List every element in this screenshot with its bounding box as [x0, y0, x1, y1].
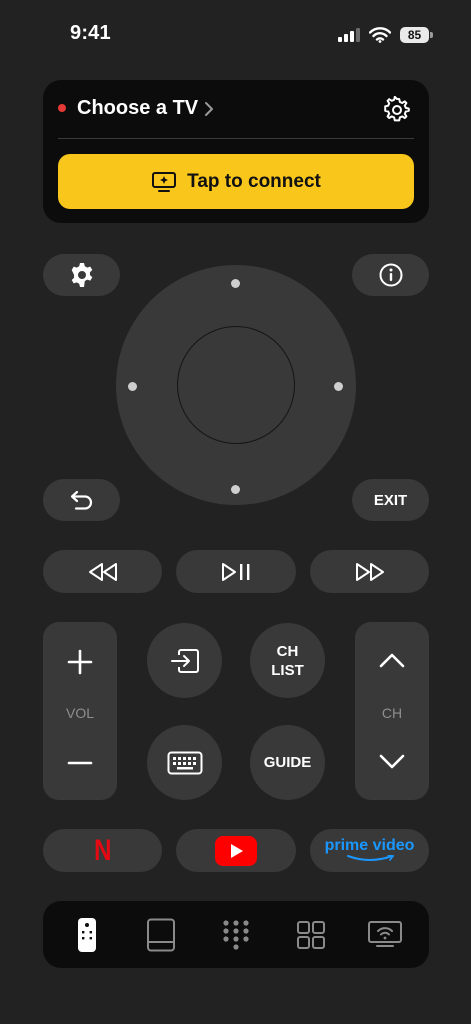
- volume-up-icon[interactable]: [67, 649, 93, 675]
- tap-to-connect-button[interactable]: Tap to connect: [58, 154, 414, 209]
- choose-tv-selector[interactable]: Choose a TV: [77, 97, 214, 120]
- fast-forward-button[interactable]: [310, 550, 429, 593]
- youtube-button[interactable]: [176, 829, 296, 872]
- volume-label: VOL: [65, 705, 94, 721]
- settings-gear-outline-icon[interactable]: [383, 96, 411, 124]
- play-pause-icon: [222, 562, 250, 581]
- remote-icon: [78, 917, 96, 952]
- tap-to-connect-label: Tap to connect: [187, 170, 321, 192]
- chevron-right-icon: [205, 101, 214, 116]
- touchpad-icon: [147, 918, 175, 951]
- fast-forward-icon: [355, 562, 384, 581]
- dpad-ok-button[interactable]: [177, 326, 295, 444]
- channel-up-icon[interactable]: [378, 650, 406, 670]
- tab-numpad[interactable]: [206, 901, 266, 968]
- channel-down-icon[interactable]: [378, 752, 406, 772]
- disconnected-status-dot: [58, 104, 66, 112]
- rewind-button[interactable]: [43, 550, 162, 593]
- back-button[interactable]: [43, 479, 120, 521]
- back-arrow-icon: [70, 490, 92, 510]
- settings-button[interactable]: [43, 254, 120, 296]
- keyboard-button[interactable]: [147, 725, 222, 800]
- channel-rocker: CH: [355, 622, 429, 800]
- exit-button[interactable]: EXIT: [352, 479, 429, 521]
- choose-tv-label: Choose a TV: [77, 97, 199, 119]
- youtube-logo-icon: [215, 835, 257, 866]
- keyboard-icon: [167, 751, 202, 774]
- status-time: 9:41: [70, 22, 111, 44]
- dpad-right[interactable]: [334, 382, 343, 391]
- rewind-icon: [88, 562, 117, 581]
- battery-indicator: 85: [400, 27, 429, 43]
- channel-label: CH: [381, 705, 403, 721]
- tab-screen-mirror[interactable]: [355, 901, 415, 968]
- input-source-icon: [170, 648, 199, 673]
- exit-label: EXIT: [373, 491, 408, 509]
- prime-video-logo-text: prime video: [324, 836, 415, 854]
- gear-icon: [71, 263, 92, 287]
- apps-grid-icon: [297, 920, 325, 949]
- screen-mirror-icon: [368, 920, 402, 947]
- guide-button[interactable]: GUIDE: [250, 725, 325, 800]
- battery-tip: [430, 32, 433, 38]
- info-icon: [379, 263, 402, 287]
- prime-smile-icon: [346, 854, 394, 861]
- wifi-icon: [369, 27, 391, 43]
- dpad-left[interactable]: [128, 382, 137, 391]
- guide-label: GUIDE: [263, 754, 312, 771]
- tab-apps[interactable]: [281, 901, 341, 968]
- dpad-up[interactable]: [231, 279, 240, 288]
- tab-touchpad[interactable]: [131, 901, 191, 968]
- battery-level: 85: [407, 28, 422, 42]
- play-pause-button[interactable]: [176, 550, 296, 593]
- channel-list-button[interactable]: CH LIST: [250, 623, 325, 698]
- dpad-down[interactable]: [231, 485, 240, 494]
- ch-list-line1: CH: [276, 642, 299, 660]
- input-source-button[interactable]: [147, 623, 222, 698]
- volume-rocker: VOL: [43, 622, 117, 800]
- panel-divider: [58, 138, 414, 139]
- numpad-icon: [223, 919, 249, 950]
- netflix-button[interactable]: N: [43, 829, 162, 872]
- tv-sparkle-icon: [152, 171, 177, 192]
- netflix-logo: N: [93, 833, 112, 867]
- prime-video-button[interactable]: prime video: [310, 829, 429, 872]
- tab-remote[interactable]: [57, 901, 117, 968]
- ch-list-line2: LIST: [271, 661, 304, 679]
- info-button[interactable]: [352, 254, 429, 296]
- cellular-signal-icon: [338, 28, 360, 42]
- volume-down-icon[interactable]: [67, 750, 93, 776]
